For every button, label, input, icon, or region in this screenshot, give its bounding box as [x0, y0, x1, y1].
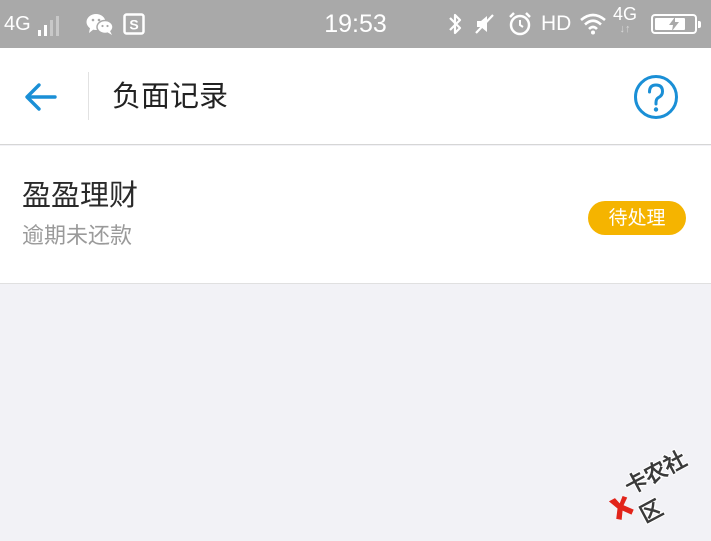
charging-icon [653, 16, 695, 32]
list-item[interactable]: 盈盈理财 逾期未还款 待处理 [0, 146, 711, 284]
network-type-right-label: 4G [613, 4, 638, 24]
silent-mode-icon [474, 0, 496, 48]
help-button[interactable] [633, 74, 679, 120]
status-badge: 待处理 [588, 201, 686, 235]
watermark: 卡农社区 [597, 438, 711, 540]
bluetooth-icon [446, 0, 464, 48]
alarm-icon [507, 0, 533, 48]
back-arrow-icon [25, 83, 57, 111]
help-icon [634, 75, 678, 119]
data-activity-icon: ↓↑ [619, 23, 631, 35]
page-title: 负面记录 [112, 79, 229, 113]
record-name: 盈盈理财 [22, 178, 139, 212]
wifi-icon [580, 0, 606, 48]
record-description: 逾期未还款 [22, 224, 133, 249]
nav-divider [88, 72, 89, 120]
hd-indicator: HD [541, 12, 572, 35]
status-bar: 4G S 19:53 HD 4G ↓↑ [0, 0, 711, 48]
nav-bar: 负面记录 [0, 48, 711, 145]
network-type-right: 4G ↓↑ [613, 4, 638, 35]
back-button[interactable] [22, 78, 60, 116]
battery-icon [651, 14, 701, 34]
